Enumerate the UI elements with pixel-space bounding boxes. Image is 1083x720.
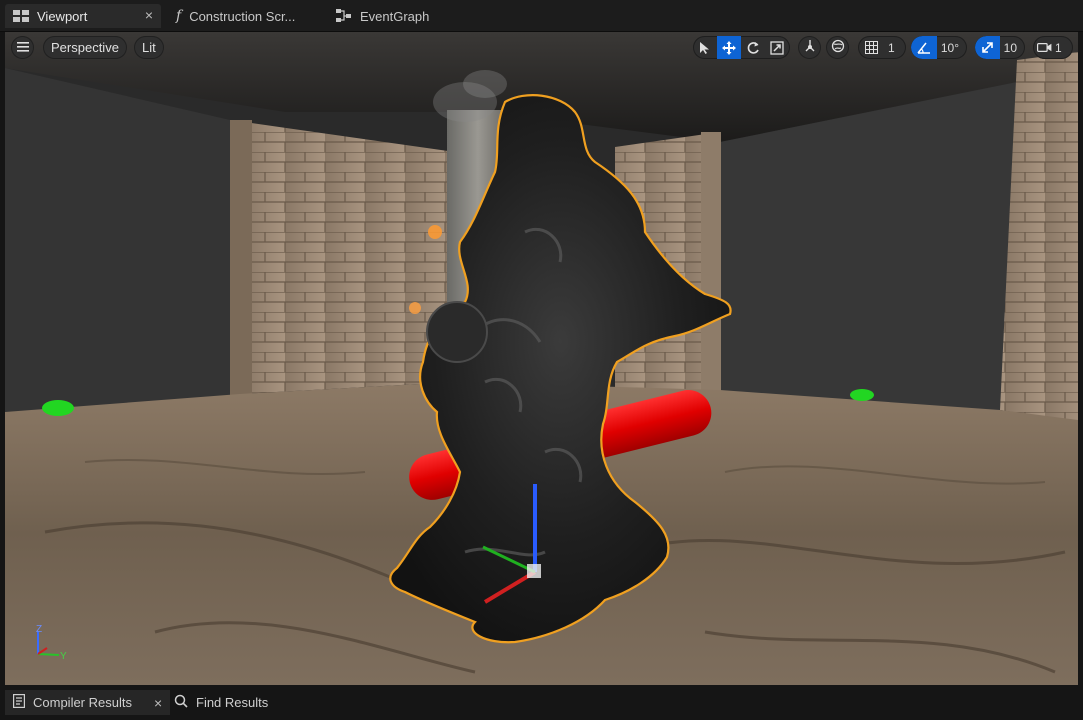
perspective-view-button[interactable]: Perspective [43,36,127,59]
scale-icon[interactable] [765,36,789,59]
viewport-grid-icon [13,10,29,22]
tab-label: EventGraph [360,8,430,24]
rotation-snap-icon[interactable] [911,36,937,59]
function-icon: f [176,8,182,24]
tab-label: Find Results [196,695,269,710]
tab-label: Construction Scr... [189,8,296,24]
world-local-space-button[interactable] [826,36,849,59]
select-arrow-icon[interactable] [693,36,717,59]
scale-snap-group[interactable]: 10 [975,36,1025,59]
close-tab-icon[interactable]: × [145,7,153,23]
tab-find-results[interactable]: Find Results [166,690,276,715]
editor-tab-bar: Viewport × f Construction Scr... EventGr… [0,0,1083,32]
grid-snap-value[interactable]: 1 [884,41,903,55]
tab-label: Compiler Results [33,695,132,710]
level-viewport[interactable]: Perspective Lit 1 10° 10 1 Z Y [5,32,1078,685]
world-space-icon [831,39,845,56]
surface-snap-icon [803,39,817,56]
tab-compiler-results[interactable]: Compiler Results × [5,690,171,715]
camera-speed-icon[interactable] [1033,36,1055,59]
lit-view-mode-button[interactable]: Lit [134,36,164,59]
grid-snap-icon[interactable] [858,36,884,59]
bottom-tab-bar: Compiler Results × Find Results [0,685,1083,720]
axis-indicator: Z Y [36,624,67,662]
surface-snapping-button[interactable] [798,36,821,59]
tab-label: Viewport [37,8,88,24]
move-icon[interactable] [717,36,741,59]
axis-z-label: Z [36,624,42,635]
tab-construction-script[interactable]: f Construction Scr... [168,4,303,28]
camera-speed-value[interactable]: 1 [1055,41,1070,55]
transform-tools-group [693,36,790,59]
viewport-options-button[interactable] [11,36,34,59]
graph-nodes-icon [336,9,352,23]
search-icon [174,694,188,711]
viewport-scene[interactable] [5,32,1078,685]
hamburger-menu-icon [16,40,29,55]
axis-y-label: Y [60,651,67,662]
tab-event-graph[interactable]: EventGraph [328,4,437,28]
scale-snap-value[interactable]: 10 [1000,41,1025,55]
tab-viewport[interactable]: Viewport × [5,4,161,28]
camera-speed-group[interactable]: 1 [1033,36,1073,59]
scale-snap-icon[interactable] [975,36,1000,59]
rotation-snap-group[interactable]: 10° [911,36,967,59]
rotate-icon[interactable] [741,36,765,59]
compiler-results-icon [13,694,26,711]
close-tab-icon[interactable]: × [154,695,162,711]
grid-snap-group[interactable]: 1 [858,36,906,59]
rotation-snap-value[interactable]: 10° [937,41,967,55]
